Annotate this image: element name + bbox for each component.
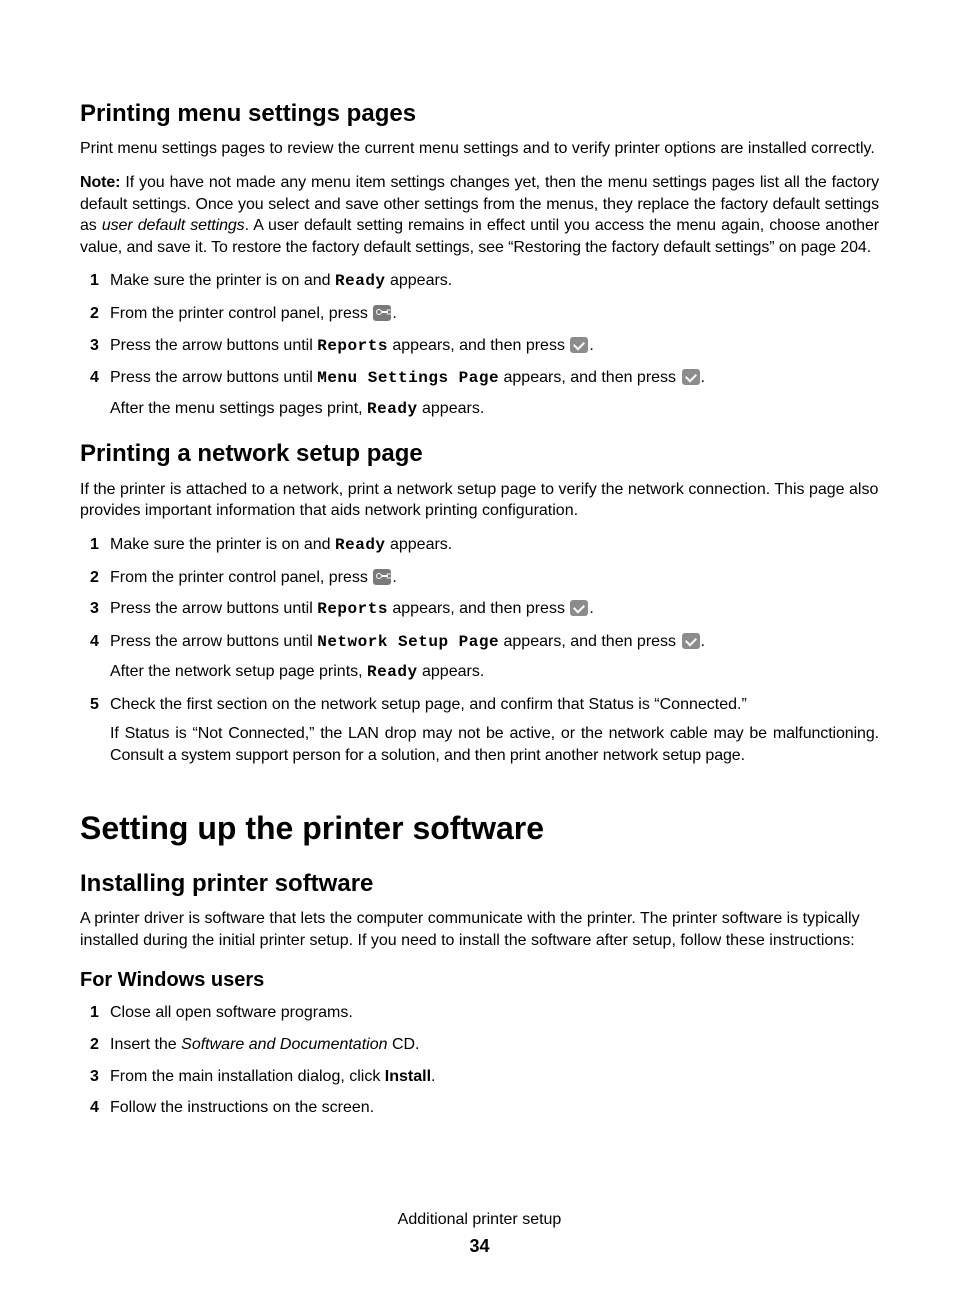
italic-text: Software and Documentation — [181, 1036, 387, 1053]
heading-setting-up-printer-software: Setting up the printer software — [80, 807, 879, 850]
ordered-list: 1 Make sure the printer is on and Ready … — [80, 270, 879, 420]
checkmark-icon — [682, 633, 700, 649]
step-body: Press the arrow buttons until Reports ap… — [110, 335, 879, 358]
step-body: Insert the Software and Documentation CD… — [110, 1034, 879, 1056]
step-body: Make sure the printer is on and Ready ap… — [110, 534, 879, 557]
heading-for-windows-users: For Windows users — [80, 967, 879, 994]
list-item: 5 Check the first section on the network… — [110, 694, 879, 767]
list-item: 3 From the main installation dialog, cli… — [110, 1066, 879, 1088]
mono-text: Ready — [335, 536, 386, 554]
list-item: 3 Press the arrow buttons until Reports … — [110, 598, 879, 621]
menu-key-icon — [373, 305, 391, 321]
list-item: 1 Make sure the printer is on and Ready … — [110, 270, 879, 293]
step-number: 1 — [90, 534, 99, 556]
step-number: 2 — [90, 567, 99, 589]
list-item: 2 From the printer control panel, press … — [110, 567, 879, 589]
list-item: 2 Insert the Software and Documentation … — [110, 1034, 879, 1056]
step-body: Press the arrow buttons until Menu Setti… — [110, 367, 879, 390]
step-after: After the menu settings pages print, Rea… — [110, 398, 879, 421]
list-item: 1 Make sure the printer is on and Ready … — [110, 534, 879, 557]
list-item: 1 Close all open software programs. — [110, 1002, 879, 1024]
step-number: 3 — [90, 598, 99, 620]
step-number: 3 — [90, 1066, 99, 1088]
step-number: 2 — [90, 303, 99, 325]
footer-title: Additional printer setup — [80, 1209, 879, 1231]
ordered-list: 1 Make sure the printer is on and Ready … — [80, 534, 879, 767]
list-item: 4 Follow the instructions on the screen. — [110, 1097, 879, 1119]
list-item: 4 Press the arrow buttons until Menu Set… — [110, 367, 879, 420]
heading-printing-menu-settings-pages: Printing menu settings pages — [80, 98, 879, 130]
note-italic: user default settings — [102, 217, 245, 234]
step-number: 1 — [90, 1002, 99, 1024]
step-after: After the network setup page prints, Rea… — [110, 661, 879, 684]
checkmark-icon — [570, 600, 588, 616]
mono-text: Ready — [367, 663, 418, 681]
step-number: 5 — [90, 694, 99, 716]
checkmark-icon — [682, 369, 700, 385]
step-body: Press the arrow buttons until Network Se… — [110, 631, 879, 654]
bold-text: Install — [385, 1068, 431, 1085]
paragraph: Print menu settings pages to review the … — [80, 138, 879, 160]
menu-key-icon — [373, 569, 391, 585]
note-paragraph: Note: If you have not made any menu item… — [80, 172, 879, 258]
page-footer: Additional printer setup 34 — [80, 1209, 879, 1259]
step-after: If Status is “Not Connected,” the LAN dr… — [110, 723, 879, 766]
paragraph: If the printer is attached to a network,… — [80, 479, 879, 522]
step-number: 1 — [90, 270, 99, 292]
step-body: Close all open software programs. — [110, 1002, 879, 1024]
list-item: 2 From the printer control panel, press … — [110, 303, 879, 325]
mono-text: Menu Settings Page — [317, 369, 499, 387]
mono-text: Network Setup Page — [317, 633, 499, 651]
mono-text: Reports — [317, 337, 388, 355]
note-label: Note: — [80, 174, 120, 191]
step-number: 4 — [90, 1097, 99, 1119]
page-number: 34 — [80, 1234, 879, 1258]
list-item: 4 Press the arrow buttons until Network … — [110, 631, 879, 684]
step-body: Press the arrow buttons until Reports ap… — [110, 598, 879, 621]
step-body: From the printer control panel, press . — [110, 567, 879, 589]
mono-text: Ready — [367, 400, 418, 418]
list-item: 3 Press the arrow buttons until Reports … — [110, 335, 879, 358]
step-body: Check the first section on the network s… — [110, 694, 879, 716]
ordered-list: 1 Close all open software programs. 2 In… — [80, 1002, 879, 1118]
step-number: 3 — [90, 335, 99, 357]
step-number: 2 — [90, 1034, 99, 1056]
step-body: Follow the instructions on the screen. — [110, 1097, 879, 1119]
step-body: Make sure the printer is on and Ready ap… — [110, 270, 879, 293]
heading-printing-network-setup-page: Printing a network setup page — [80, 438, 879, 470]
step-body: From the printer control panel, press . — [110, 303, 879, 325]
checkmark-icon — [570, 337, 588, 353]
step-number: 4 — [90, 367, 99, 389]
step-number: 4 — [90, 631, 99, 653]
mono-text: Ready — [335, 272, 386, 290]
step-body: From the main installation dialog, click… — [110, 1066, 879, 1088]
mono-text: Reports — [317, 600, 388, 618]
heading-installing-printer-software: Installing printer software — [80, 868, 879, 900]
paragraph: A printer driver is software that lets t… — [80, 908, 879, 951]
